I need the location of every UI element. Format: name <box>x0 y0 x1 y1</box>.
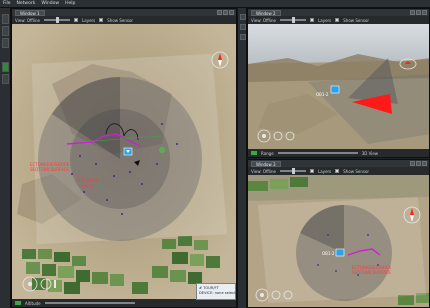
main-map-pane: Window 1 View: Offline Layers Show Senso… <box>11 8 237 308</box>
altitude-slider[interactable] <box>44 302 135 304</box>
main-map-view[interactable]: ECTONIQUE/SHOCK SEQTONICSURFACE CPF MOVE… <box>12 24 237 301</box>
layers-label: Layers <box>318 17 332 23</box>
perspective-map-view[interactable]: OB1-2 <box>248 24 430 151</box>
maximize-button[interactable] <box>223 10 228 15</box>
show-sensor-checkbox[interactable] <box>335 169 340 173</box>
close-button[interactable] <box>422 10 427 15</box>
top-right-statusbar: Range 3D View <box>248 149 429 157</box>
show-sensor-checkbox[interactable] <box>99 18 104 22</box>
range-slider[interactable] <box>277 152 358 154</box>
main-pane-window-buttons <box>217 10 234 15</box>
layers-label: Layers <box>82 17 96 23</box>
green-marker <box>159 147 165 153</box>
bottom-right-map-pane: Window 3 View: Offline Layers Show Senso… <box>247 159 430 308</box>
sensor-marker-icon[interactable] <box>123 147 133 156</box>
minimize-button[interactable] <box>410 161 415 166</box>
show-sensor-checkbox[interactable] <box>335 18 340 22</box>
menu-window[interactable]: Window <box>41 1 59 6</box>
popup-line-2: DEVICE: none selected <box>199 291 240 295</box>
layers-label: Layers <box>318 168 332 174</box>
info-popup: # TOUR/FT DEVICE: none selected <box>196 283 240 300</box>
menu-bar: File Network Window Help <box>0 0 430 8</box>
view-mode-label[interactable]: View: Offline <box>251 169 276 174</box>
tool-button-4[interactable] <box>2 74 9 84</box>
menu-help[interactable]: Help <box>65 1 75 6</box>
status-indicator <box>251 151 257 155</box>
menu-network[interactable]: Network <box>17 1 36 6</box>
divider-button-2[interactable] <box>240 24 246 30</box>
tool-button-active[interactable] <box>2 62 9 72</box>
main-pane-titlebar: Window 1 <box>12 9 236 16</box>
show-sensor-label: Show Sensor <box>343 168 370 174</box>
opacity-slider[interactable] <box>44 17 71 23</box>
bottom-right-titlebar: Window 3 <box>248 160 429 167</box>
close-button[interactable] <box>422 161 427 166</box>
view-mode-label[interactable]: View: Offline <box>251 18 276 23</box>
marker-label: OB1-2 <box>322 251 335 256</box>
layers-checkbox[interactable] <box>310 169 315 173</box>
maximize-button[interactable] <box>416 161 421 166</box>
overview-map-view[interactable]: OB1-2 ECTONIQUE/SHOCK SEQTONICSURFACE <box>248 175 430 308</box>
track-b-label-2: Zone1 <box>82 183 95 188</box>
tool-button-2[interactable] <box>2 26 9 36</box>
show-sensor-label: Show Sensor <box>343 17 370 23</box>
sensor-marker-icon[interactable] <box>335 248 345 257</box>
left-toolstrip <box>0 8 11 308</box>
top-right-map-pane: Window 2 View: Offline Layers Show Senso… <box>247 8 430 158</box>
altitude-label: Altitude <box>25 300 41 306</box>
layers-checkbox[interactable] <box>74 18 79 22</box>
bottom-right-toolbar: View: Offline Layers Show Sensor <box>248 167 429 175</box>
view-mode-status: 3D View <box>361 150 379 156</box>
main-pane-toolbar: View: Offline Layers Show Sensor <box>12 16 236 24</box>
opacity-slider[interactable] <box>280 168 307 174</box>
divider-button-1[interactable] <box>240 14 246 20</box>
opacity-slider[interactable] <box>280 17 307 23</box>
tool-button-3[interactable] <box>2 38 9 48</box>
maximize-button[interactable] <box>416 10 421 15</box>
status-indicator <box>15 301 21 305</box>
show-sensor-label: Show Sensor <box>107 17 134 23</box>
layers-checkbox[interactable] <box>310 18 315 22</box>
minimize-button[interactable] <box>217 10 222 15</box>
tool-button-1[interactable] <box>2 14 9 24</box>
track-a-label-2: SEQTONICSURFACE <box>30 167 69 172</box>
divider-button-3[interactable] <box>240 34 246 40</box>
view-mode-label[interactable]: View: Offline <box>15 18 40 23</box>
track-a-label-2: SEQTONICSURFACE <box>352 270 391 275</box>
close-button[interactable] <box>229 10 234 15</box>
main-pane-statusbar: Altitude <box>12 299 236 307</box>
pane-divider-toolbar <box>237 8 247 308</box>
top-right-window-buttons <box>410 10 427 15</box>
top-right-titlebar: Window 2 <box>248 9 429 16</box>
bottom-right-tab[interactable]: Window 3 <box>251 160 281 167</box>
bottom-right-window-buttons <box>410 161 427 166</box>
main-pane-tab[interactable]: Window 1 <box>15 9 45 16</box>
menu-file[interactable]: File <box>3 1 11 6</box>
range-label: Range <box>261 150 274 156</box>
sky <box>248 24 429 64</box>
marker-label: OB1-2 <box>316 92 329 97</box>
minimize-button[interactable] <box>410 10 415 15</box>
sensor-marker-icon[interactable] <box>330 85 340 94</box>
top-right-tab[interactable]: Window 2 <box>251 9 281 16</box>
top-right-toolbar: View: Offline Layers Show Sensor <box>248 16 429 24</box>
